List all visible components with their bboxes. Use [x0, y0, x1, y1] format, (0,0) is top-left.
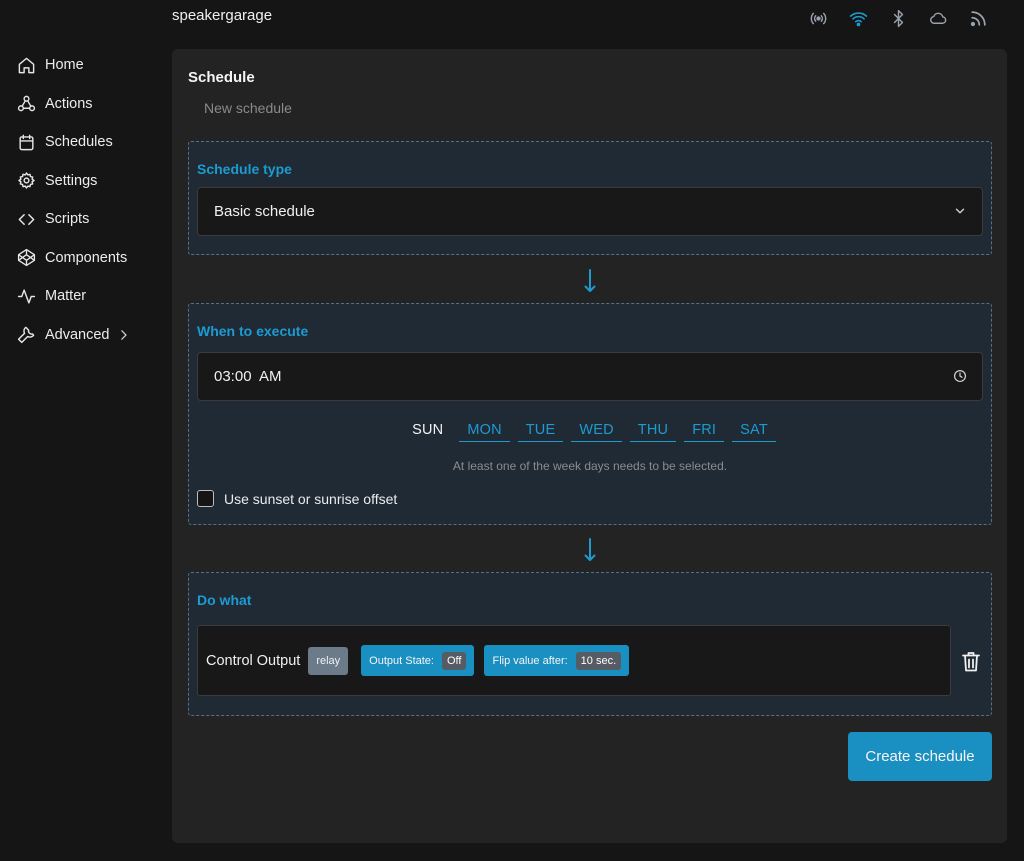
- bluetooth-icon: [886, 8, 910, 28]
- output-state-value: Off: [441, 651, 467, 670]
- home-icon: [16, 55, 36, 75]
- action-label: Control Output: [206, 652, 301, 669]
- cloud-icon: [926, 8, 950, 28]
- codepen-icon: [16, 248, 36, 268]
- time-value: 03:00 AM: [214, 368, 282, 385]
- time-input[interactable]: 03:00 AM: [197, 352, 983, 401]
- webhook-icon: [16, 94, 36, 114]
- wifi-icon: [846, 8, 870, 28]
- do-what-section: Do what Control Output relay Output Stat…: [188, 572, 992, 716]
- code-icon: [16, 209, 36, 229]
- day-sun[interactable]: SUN: [404, 422, 451, 442]
- day-sat[interactable]: SAT: [732, 422, 776, 442]
- when-to-execute-title: When to execute: [197, 323, 309, 339]
- day-mon[interactable]: MON: [459, 422, 510, 442]
- schedule-type-select[interactable]: Basic schedule: [197, 187, 983, 236]
- sidebar-item-schedules[interactable]: Schedules: [0, 123, 160, 162]
- schedule-panel: Schedule New schedule Schedule type Basi…: [172, 49, 1007, 843]
- sidebar-item-label: Advanced: [45, 326, 110, 343]
- sunset-offset-label: Use sunset or sunrise offset: [224, 490, 398, 507]
- sidebar-item-label: Matter: [45, 288, 87, 305]
- wrench-icon: [16, 325, 36, 345]
- signal-icon: [806, 8, 830, 28]
- flow-arrow-down-icon: [580, 537, 600, 563]
- gear-icon: [16, 171, 36, 191]
- flip-value-value: 10 sec.: [575, 651, 622, 670]
- sidebar-item-advanced[interactable]: Advanced: [0, 316, 160, 355]
- schedule-type-title: Schedule type: [197, 161, 292, 177]
- activity-icon: [16, 286, 36, 306]
- day-thu[interactable]: THU: [629, 422, 677, 442]
- output-state-label: Output State:: [369, 654, 434, 667]
- day-fri[interactable]: FRI: [684, 422, 725, 442]
- chevron-right-icon: [119, 329, 129, 340]
- when-to-execute-section: When to execute 03:00 AM SUN MON TUE WED…: [188, 303, 992, 525]
- clock-icon[interactable]: [952, 368, 968, 384]
- create-schedule-button[interactable]: Create schedule: [848, 732, 992, 781]
- status-icons: [806, 8, 990, 28]
- output-state-pill[interactable]: Output State: Off: [361, 645, 475, 676]
- weekday-selector: SUN MON TUE WED THU FRI SAT: [189, 422, 991, 442]
- sidebar-item-matter[interactable]: Matter: [0, 277, 160, 316]
- sidebar-item-label: Actions: [45, 95, 93, 112]
- sidebar-item-label: Settings: [45, 172, 98, 189]
- sidebar-item-label: Components: [45, 249, 128, 266]
- page-title: Schedule: [188, 69, 255, 86]
- sunset-offset-checkbox[interactable]: [197, 490, 214, 507]
- device-name: speakergarage: [172, 7, 273, 24]
- page-subtitle: New schedule: [204, 100, 292, 116]
- day-wed[interactable]: WED: [571, 422, 622, 442]
- sidebar-item-settings[interactable]: Settings: [0, 162, 160, 201]
- sidebar-item-label: Schedules: [45, 134, 113, 151]
- sidebar-item-home[interactable]: Home: [0, 46, 160, 85]
- sidebar-item-actions[interactable]: Actions: [0, 85, 160, 124]
- sidebar-item-components[interactable]: Components: [0, 239, 160, 278]
- sidebar-item-label: Home: [45, 57, 84, 74]
- schedule-type-section: Schedule type Basic schedule: [188, 141, 992, 255]
- flip-value-label: Flip value after:: [492, 654, 568, 667]
- do-what-title: Do what: [197, 592, 252, 608]
- sidebar: Home Actions Schedules Settings Scripts …: [0, 46, 160, 354]
- schedule-type-value: Basic schedule: [214, 203, 315, 220]
- sidebar-item-label: Scripts: [45, 211, 90, 228]
- calendar-icon: [16, 132, 36, 152]
- flow-arrow-down-icon: [580, 268, 600, 294]
- weekday-hint: At least one of the week days needs to b…: [452, 459, 728, 473]
- component-tag: relay: [308, 646, 349, 675]
- flip-value-pill[interactable]: Flip value after: 10 sec.: [484, 645, 630, 676]
- day-tue[interactable]: TUE: [517, 422, 564, 442]
- sunset-offset-toggle[interactable]: Use sunset or sunrise offset: [197, 490, 397, 507]
- trash-icon[interactable]: [960, 650, 982, 672]
- chevron-down-icon: [952, 203, 968, 219]
- sidebar-item-scripts[interactable]: Scripts: [0, 200, 160, 239]
- action-row[interactable]: Control Output relay Output State: Off F…: [197, 625, 951, 696]
- rss-icon: [966, 8, 990, 28]
